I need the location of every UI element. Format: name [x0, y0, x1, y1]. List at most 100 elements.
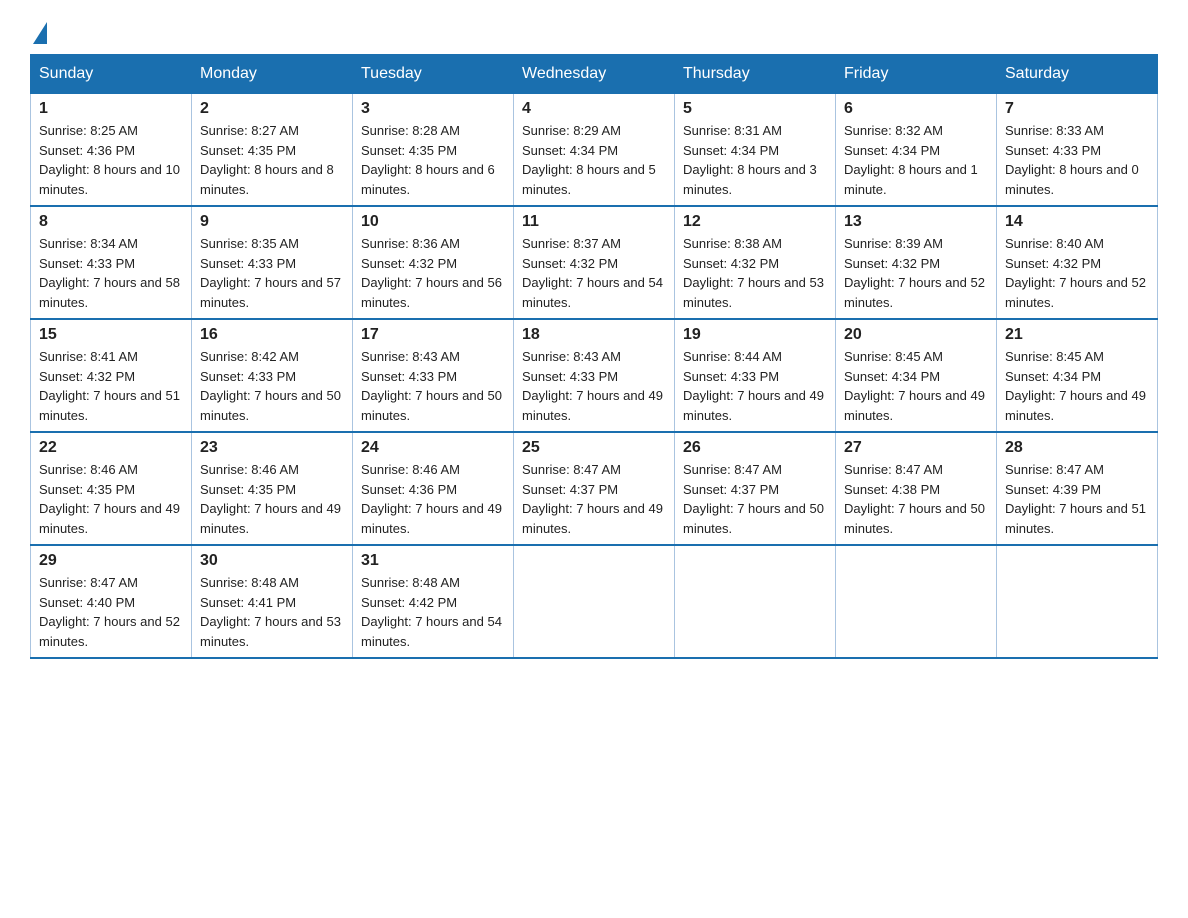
calendar-cell: 6 Sunrise: 8:32 AMSunset: 4:34 PMDaylight… — [836, 94, 997, 207]
day-info: Sunrise: 8:34 AMSunset: 4:33 PMDaylight:… — [39, 234, 183, 312]
calendar-cell: 13 Sunrise: 8:39 AMSunset: 4:32 PMDayligh… — [836, 206, 997, 319]
calendar-cell: 18 Sunrise: 8:43 AMSunset: 4:33 PMDayligh… — [514, 319, 675, 432]
calendar-cell: 19 Sunrise: 8:44 AMSunset: 4:33 PMDayligh… — [675, 319, 836, 432]
day-number: 25 — [522, 439, 666, 457]
calendar-table: SundayMondayTuesdayWednesdayThursdayFrid… — [30, 54, 1158, 659]
day-info: Sunrise: 8:33 AMSunset: 4:33 PMDaylight:… — [1005, 121, 1149, 199]
day-number: 23 — [200, 439, 344, 457]
header-tuesday: Tuesday — [353, 55, 514, 94]
day-info: Sunrise: 8:44 AMSunset: 4:33 PMDaylight:… — [683, 347, 827, 425]
calendar-cell: 22 Sunrise: 8:46 AMSunset: 4:35 PMDayligh… — [31, 432, 192, 545]
day-info: Sunrise: 8:39 AMSunset: 4:32 PMDaylight:… — [844, 234, 988, 312]
calendar-cell: 20 Sunrise: 8:45 AMSunset: 4:34 PMDayligh… — [836, 319, 997, 432]
header-saturday: Saturday — [997, 55, 1158, 94]
calendar-cell: 7 Sunrise: 8:33 AMSunset: 4:33 PMDaylight… — [997, 94, 1158, 207]
calendar-cell: 17 Sunrise: 8:43 AMSunset: 4:33 PMDayligh… — [353, 319, 514, 432]
day-number: 17 — [361, 326, 505, 344]
day-number: 20 — [844, 326, 988, 344]
calendar-cell — [514, 545, 675, 658]
day-number: 3 — [361, 100, 505, 118]
header-wednesday: Wednesday — [514, 55, 675, 94]
day-info: Sunrise: 8:45 AMSunset: 4:34 PMDaylight:… — [1005, 347, 1149, 425]
day-info: Sunrise: 8:41 AMSunset: 4:32 PMDaylight:… — [39, 347, 183, 425]
day-info: Sunrise: 8:36 AMSunset: 4:32 PMDaylight:… — [361, 234, 505, 312]
day-number: 16 — [200, 326, 344, 344]
calendar-cell: 24Sunrise: 8:46 AMSunset: 4:36 PMDayligh… — [353, 432, 514, 545]
day-info: Sunrise: 8:47 AMSunset: 4:40 PMDaylight:… — [39, 573, 183, 651]
week-row-2: 8 Sunrise: 8:34 AMSunset: 4:33 PMDaylight… — [31, 206, 1158, 319]
calendar-cell: 25Sunrise: 8:47 AMSunset: 4:37 PMDayligh… — [514, 432, 675, 545]
day-info: Sunrise: 8:47 AMSunset: 4:39 PMDaylight:… — [1005, 460, 1149, 538]
day-number: 8 — [39, 213, 183, 231]
calendar-cell: 4 Sunrise: 8:29 AMSunset: 4:34 PMDaylight… — [514, 94, 675, 207]
day-number: 10 — [361, 213, 505, 231]
day-number: 14 — [1005, 213, 1149, 231]
day-number: 29 — [39, 552, 183, 570]
day-info: Sunrise: 8:29 AMSunset: 4:34 PMDaylight:… — [522, 121, 666, 199]
day-number: 15 — [39, 326, 183, 344]
day-number: 18 — [522, 326, 666, 344]
day-info: Sunrise: 8:37 AMSunset: 4:32 PMDaylight:… — [522, 234, 666, 312]
day-number: 1 — [39, 100, 183, 118]
header-monday: Monday — [192, 55, 353, 94]
day-info: Sunrise: 8:27 AMSunset: 4:35 PMDaylight:… — [200, 121, 344, 199]
day-number: 12 — [683, 213, 827, 231]
week-row-4: 22 Sunrise: 8:46 AMSunset: 4:35 PMDayligh… — [31, 432, 1158, 545]
calendar-cell: 29 Sunrise: 8:47 AMSunset: 4:40 PMDayligh… — [31, 545, 192, 658]
day-number: 22 — [39, 439, 183, 457]
logo-triangle-icon — [33, 22, 47, 44]
day-number: 26 — [683, 439, 827, 457]
day-info: Sunrise: 8:48 AMSunset: 4:42 PMDaylight:… — [361, 573, 505, 651]
day-info: Sunrise: 8:32 AMSunset: 4:34 PMDaylight:… — [844, 121, 988, 199]
day-info: Sunrise: 8:43 AMSunset: 4:33 PMDaylight:… — [361, 347, 505, 425]
calendar-cell: 28 Sunrise: 8:47 AMSunset: 4:39 PMDayligh… — [997, 432, 1158, 545]
calendar-cell: 10 Sunrise: 8:36 AMSunset: 4:32 PMDayligh… — [353, 206, 514, 319]
day-number: 4 — [522, 100, 666, 118]
day-number: 19 — [683, 326, 827, 344]
week-row-3: 15 Sunrise: 8:41 AMSunset: 4:32 PMDayligh… — [31, 319, 1158, 432]
week-row-5: 29 Sunrise: 8:47 AMSunset: 4:40 PMDayligh… — [31, 545, 1158, 658]
calendar-cell — [836, 545, 997, 658]
day-info: Sunrise: 8:31 AMSunset: 4:34 PMDaylight:… — [683, 121, 827, 199]
calendar-cell: 23 Sunrise: 8:46 AMSunset: 4:35 PMDayligh… — [192, 432, 353, 545]
day-number: 7 — [1005, 100, 1149, 118]
day-number: 13 — [844, 213, 988, 231]
calendar-cell: 2 Sunrise: 8:27 AMSunset: 4:35 PMDaylight… — [192, 94, 353, 207]
day-info: Sunrise: 8:25 AMSunset: 4:36 PMDaylight:… — [39, 121, 183, 199]
day-info: Sunrise: 8:38 AMSunset: 4:32 PMDaylight:… — [683, 234, 827, 312]
day-number: 31 — [361, 552, 505, 570]
day-info: Sunrise: 8:47 AMSunset: 4:38 PMDaylight:… — [844, 460, 988, 538]
calendar-cell: 8 Sunrise: 8:34 AMSunset: 4:33 PMDaylight… — [31, 206, 192, 319]
day-number: 24 — [361, 439, 505, 457]
day-info: Sunrise: 8:48 AMSunset: 4:41 PMDaylight:… — [200, 573, 344, 651]
calendar-cell: 11 Sunrise: 8:37 AMSunset: 4:32 PMDayligh… — [514, 206, 675, 319]
day-info: Sunrise: 8:45 AMSunset: 4:34 PMDaylight:… — [844, 347, 988, 425]
day-info: Sunrise: 8:42 AMSunset: 4:33 PMDaylight:… — [200, 347, 344, 425]
calendar-cell: 1 Sunrise: 8:25 AMSunset: 4:36 PMDaylight… — [31, 94, 192, 207]
calendar-cell: 27Sunrise: 8:47 AMSunset: 4:38 PMDayligh… — [836, 432, 997, 545]
day-info: Sunrise: 8:46 AMSunset: 4:35 PMDaylight:… — [39, 460, 183, 538]
day-number: 21 — [1005, 326, 1149, 344]
calendar-cell: 5Sunrise: 8:31 AMSunset: 4:34 PMDaylight… — [675, 94, 836, 207]
weekday-header-row: SundayMondayTuesdayWednesdayThursdayFrid… — [31, 55, 1158, 94]
calendar-cell: 3 Sunrise: 8:28 AMSunset: 4:35 PMDaylight… — [353, 94, 514, 207]
day-info: Sunrise: 8:40 AMSunset: 4:32 PMDaylight:… — [1005, 234, 1149, 312]
day-info: Sunrise: 8:35 AMSunset: 4:33 PMDaylight:… — [200, 234, 344, 312]
day-info: Sunrise: 8:46 AMSunset: 4:35 PMDaylight:… — [200, 460, 344, 538]
logo — [30, 20, 47, 44]
day-info: Sunrise: 8:43 AMSunset: 4:33 PMDaylight:… — [522, 347, 666, 425]
calendar-cell: 16 Sunrise: 8:42 AMSunset: 4:33 PMDayligh… — [192, 319, 353, 432]
header-thursday: Thursday — [675, 55, 836, 94]
day-number: 9 — [200, 213, 344, 231]
day-number: 6 — [844, 100, 988, 118]
day-number: 11 — [522, 213, 666, 231]
calendar-cell: 12 Sunrise: 8:38 AMSunset: 4:32 PMDayligh… — [675, 206, 836, 319]
day-number: 2 — [200, 100, 344, 118]
header-friday: Friday — [836, 55, 997, 94]
calendar-cell: 31 Sunrise: 8:48 AMSunset: 4:42 PMDayligh… — [353, 545, 514, 658]
week-row-1: 1 Sunrise: 8:25 AMSunset: 4:36 PMDaylight… — [31, 94, 1158, 207]
page-header — [30, 20, 1158, 44]
calendar-cell: 26Sunrise: 8:47 AMSunset: 4:37 PMDayligh… — [675, 432, 836, 545]
day-info: Sunrise: 8:28 AMSunset: 4:35 PMDaylight:… — [361, 121, 505, 199]
day-number: 28 — [1005, 439, 1149, 457]
